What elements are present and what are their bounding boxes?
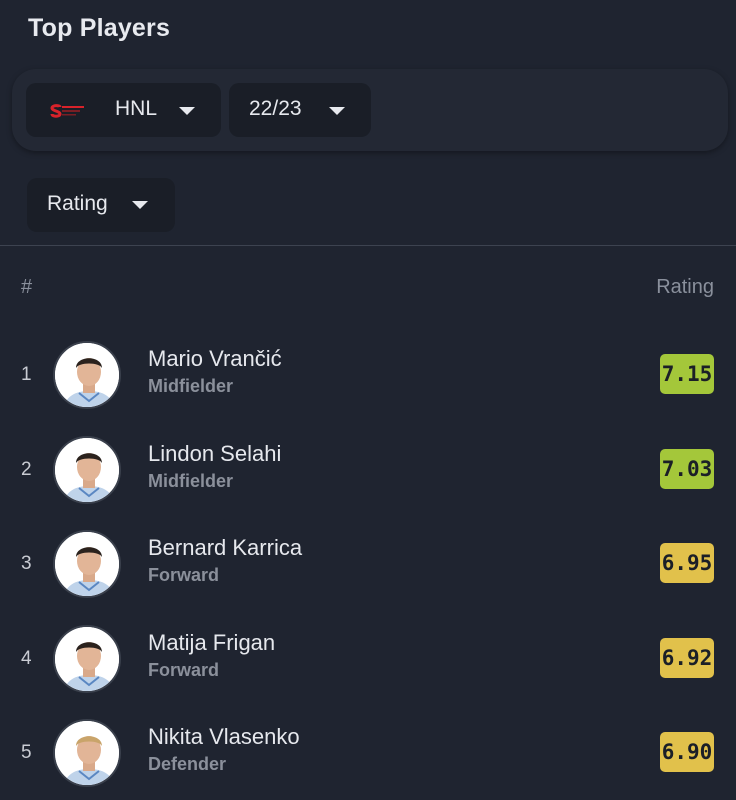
player-avatar bbox=[53, 624, 121, 693]
player-rank: 1 bbox=[21, 364, 32, 385]
chevron-down-icon bbox=[179, 107, 195, 115]
player-row[interactable]: 1 Mario Vrančić Midfielder 7.15 bbox=[0, 341, 736, 435]
season-dropdown[interactable]: 22/23 bbox=[229, 83, 371, 137]
page-title: Top Players bbox=[28, 14, 171, 42]
player-rank: 4 bbox=[21, 647, 32, 669]
player-row[interactable]: 3 Bernard Karrica Forward 6.95 bbox=[0, 530, 736, 624]
player-rank: 2 bbox=[21, 458, 32, 480]
player-avatar bbox=[53, 530, 121, 598]
rating-badge: 7.15 bbox=[660, 354, 714, 394]
stat-label: Rating bbox=[47, 192, 108, 215]
player-rank: 5 bbox=[21, 742, 32, 763]
chevron-down-icon bbox=[329, 107, 345, 115]
league-dropdown[interactable]: HNL bbox=[26, 83, 221, 137]
rating-badge: 6.92 bbox=[660, 637, 714, 678]
player-photo-icon bbox=[55, 437, 119, 502]
rating-badge: 7.03 bbox=[660, 448, 714, 489]
player-position: Midfielder bbox=[148, 470, 234, 491]
player-position: Midfielder bbox=[148, 376, 234, 396]
chevron-down-icon bbox=[132, 201, 148, 209]
player-position: Forward bbox=[148, 565, 220, 585]
player-photo-icon bbox=[55, 343, 119, 407]
league-logo-icon bbox=[50, 104, 84, 118]
player-photo-icon bbox=[55, 721, 119, 785]
player-photo-icon bbox=[55, 532, 119, 596]
player-row[interactable]: 2 Lindon Selahi Midfielder 7.03 bbox=[0, 435, 736, 530]
stat-dropdown[interactable]: Rating bbox=[27, 178, 175, 232]
player-name[interactable]: Bernard Karrica bbox=[148, 535, 302, 561]
player-name[interactable]: Matija Frigan bbox=[148, 630, 275, 656]
season-label: 22/23 bbox=[249, 97, 302, 120]
player-position: Forward bbox=[148, 659, 220, 680]
rank-column-header: # bbox=[21, 276, 33, 298]
divider bbox=[0, 245, 736, 246]
player-position: Defender bbox=[148, 754, 227, 774]
rating-badge: 6.95 bbox=[660, 543, 714, 583]
player-avatar bbox=[53, 719, 121, 787]
rating-badge: 6.90 bbox=[660, 732, 714, 772]
player-row[interactable]: 4 Matija Frigan Forward 6.92 bbox=[0, 624, 736, 719]
league-label: HNL bbox=[115, 97, 158, 120]
player-rank: 3 bbox=[21, 553, 32, 574]
player-name[interactable]: Lindon Selahi bbox=[148, 441, 281, 467]
player-row[interactable]: 5 Nikita Vlasenko Defender 6.90 bbox=[0, 719, 736, 800]
player-avatar bbox=[53, 435, 121, 504]
player-avatar bbox=[53, 341, 121, 409]
player-name[interactable]: Mario Vrančić bbox=[148, 346, 282, 372]
player-name[interactable]: Nikita Vlasenko bbox=[148, 724, 300, 750]
player-photo-icon bbox=[55, 626, 119, 691]
rating-column-header: Rating bbox=[656, 276, 714, 298]
